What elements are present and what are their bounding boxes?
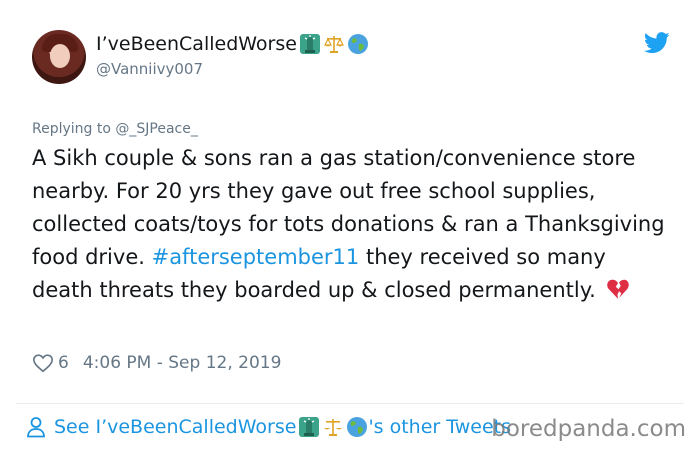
author-handle[interactable]: @Vanniivy007 bbox=[96, 59, 369, 79]
reply-mention-link[interactable]: @_SJPeace_ bbox=[115, 121, 197, 137]
globe-icon bbox=[347, 417, 368, 437]
scales-icon bbox=[324, 419, 343, 436]
twitter-bird-icon[interactable] bbox=[644, 32, 670, 54]
hashtag-link[interactable]: #afterseptember11 bbox=[152, 245, 360, 269]
see-other-tweets-link[interactable]: See I’veBeenCalledWorse 's other Tweets bbox=[26, 414, 511, 440]
author-names[interactable]: I’veBeenCalledWorse @Vanniivy007 bbox=[96, 32, 369, 79]
footer-suffix: 's other Tweets bbox=[368, 416, 511, 438]
tweet-timestamp[interactable]: 4:06 PM - Sep 12, 2019 bbox=[83, 351, 282, 375]
divider bbox=[16, 403, 684, 404]
like-count[interactable]: 6 bbox=[58, 351, 69, 375]
person-icon bbox=[27, 417, 45, 438]
replying-to: Replying to @_SJPeace_ bbox=[32, 120, 198, 138]
avatar-face bbox=[50, 44, 70, 68]
watermark: boredpanda.com bbox=[491, 416, 686, 442]
footer-prefix: See I’veBeenCalledWorse bbox=[54, 416, 297, 438]
author-display-name[interactable]: I’veBeenCalledWorse bbox=[96, 32, 369, 56]
statue-of-liberty-icon bbox=[299, 417, 320, 437]
tweet-card: I’veBeenCalledWorse @Vanniivy007 Replyin… bbox=[0, 0, 700, 452]
globe-icon bbox=[347, 34, 368, 54]
tweet-meta: 6 4:06 PM - Sep 12, 2019 bbox=[32, 351, 281, 375]
scales-icon bbox=[323, 36, 344, 53]
like-heart-icon[interactable] bbox=[32, 352, 54, 374]
tweet-text: A Sikh couple & sons ran a gas station/c… bbox=[32, 142, 672, 307]
broken-heart-icon bbox=[606, 279, 629, 299]
tweet-header: I’veBeenCalledWorse @Vanniivy007 bbox=[32, 30, 672, 90]
statue-of-liberty-icon bbox=[299, 34, 320, 54]
display-name-text: I’veBeenCalledWorse bbox=[96, 33, 297, 55]
replying-to-prefix: Replying to bbox=[32, 121, 116, 137]
avatar[interactable] bbox=[32, 30, 86, 84]
